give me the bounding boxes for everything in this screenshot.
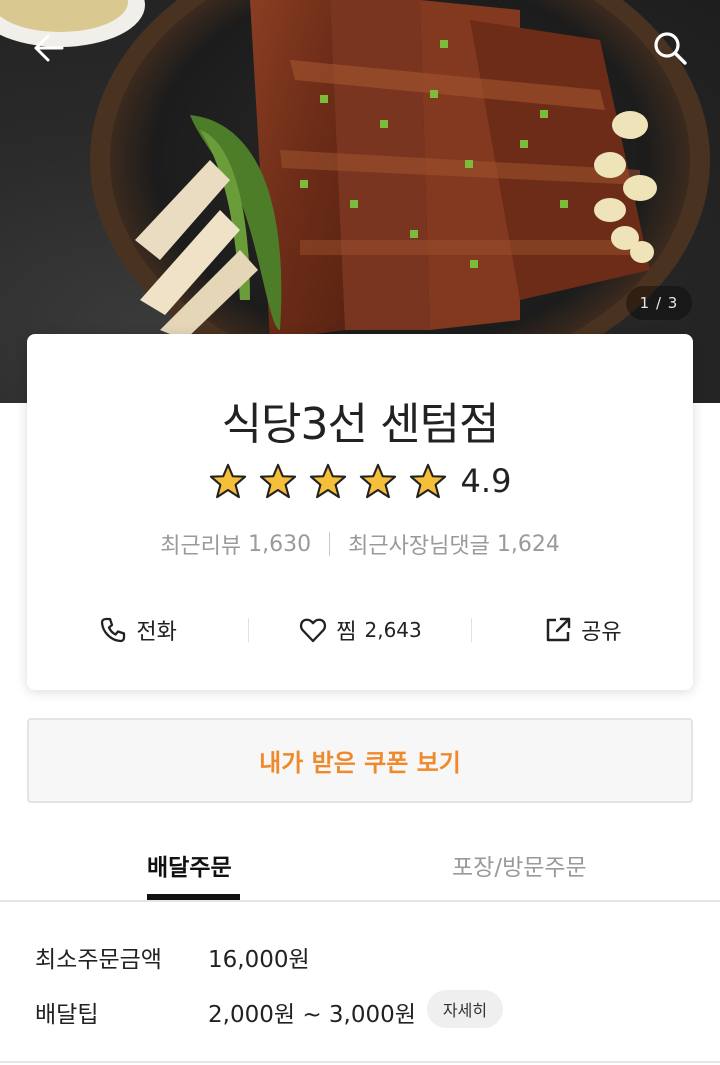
share-button[interactable]: 공유 bbox=[472, 614, 693, 646]
call-button[interactable]: 전화 bbox=[27, 614, 248, 646]
min-order-value-wrap: 16,000원 bbox=[208, 940, 310, 974]
delivery-tip-value-wrap: 2,000원 ~ 3,000원 bbox=[208, 995, 416, 1029]
share-label: 공유 bbox=[581, 620, 622, 645]
like-count: 2,643 bbox=[364, 618, 422, 642]
heart-icon bbox=[300, 618, 327, 643]
search-icon bbox=[654, 32, 687, 65]
rating-row: 4.9 bbox=[27, 462, 693, 500]
phone-icon bbox=[101, 617, 126, 643]
owner-reply-count: 1,624 bbox=[496, 531, 560, 557]
min-order-row: 최소주문금액 bbox=[35, 940, 162, 974]
star-icon bbox=[259, 463, 296, 499]
order-type-tabs: 배달주문 포장/방문주문 bbox=[0, 828, 720, 902]
star-icon bbox=[309, 463, 346, 499]
section-divider bbox=[0, 1061, 720, 1063]
tab-delivery[interactable]: 배달주문 bbox=[147, 848, 232, 882]
review-divider bbox=[329, 532, 331, 556]
rating-stars bbox=[209, 462, 447, 500]
arrow-left-icon bbox=[34, 34, 64, 62]
action-row: 전화 찜 2,643 공유 bbox=[27, 610, 693, 650]
like-button[interactable]: 찜 2,643 bbox=[249, 614, 470, 646]
min-order-label: 최소주문금액 bbox=[35, 947, 162, 973]
delivery-tip-label: 배달팁 bbox=[35, 1002, 99, 1028]
delivery-tip-value: 2,000원 ~ 3,000원 bbox=[208, 1002, 416, 1028]
coupon-button[interactable]: 내가 받은 쿠폰 보기 bbox=[27, 718, 693, 803]
store-info-card: 식당3선 센텀점 4.9 최근리뷰 1,630 최근사장님댓글 1,624 전화… bbox=[27, 334, 693, 690]
call-label: 전화 bbox=[136, 620, 177, 645]
image-pager: 1 / 3 bbox=[626, 286, 692, 320]
rating-value: 4.9 bbox=[460, 462, 512, 500]
review-summary[interactable]: 최근리뷰 1,630 최근사장님댓글 1,624 bbox=[27, 528, 693, 560]
star-icon bbox=[209, 463, 246, 499]
owner-reply-label: 최근사장님댓글 bbox=[348, 534, 490, 559]
min-order-value: 16,000원 bbox=[208, 947, 310, 973]
back-button[interactable] bbox=[26, 26, 70, 70]
like-label: 찜 bbox=[336, 620, 357, 645]
review-count: 1,630 bbox=[248, 531, 312, 557]
star-icon bbox=[409, 463, 446, 499]
share-icon bbox=[546, 617, 571, 642]
search-button[interactable] bbox=[648, 26, 692, 70]
tip-detail-button[interactable]: 자세히 bbox=[427, 990, 503, 1028]
star-icon bbox=[359, 463, 396, 499]
review-label: 최근리뷰 bbox=[160, 534, 242, 559]
tab-pickup[interactable]: 포장/방문주문 bbox=[452, 848, 587, 882]
active-tab-indicator bbox=[147, 894, 240, 900]
store-name: 식당3선 센텀점 bbox=[221, 399, 500, 450]
delivery-tip-row: 배달팁 bbox=[35, 995, 98, 1029]
